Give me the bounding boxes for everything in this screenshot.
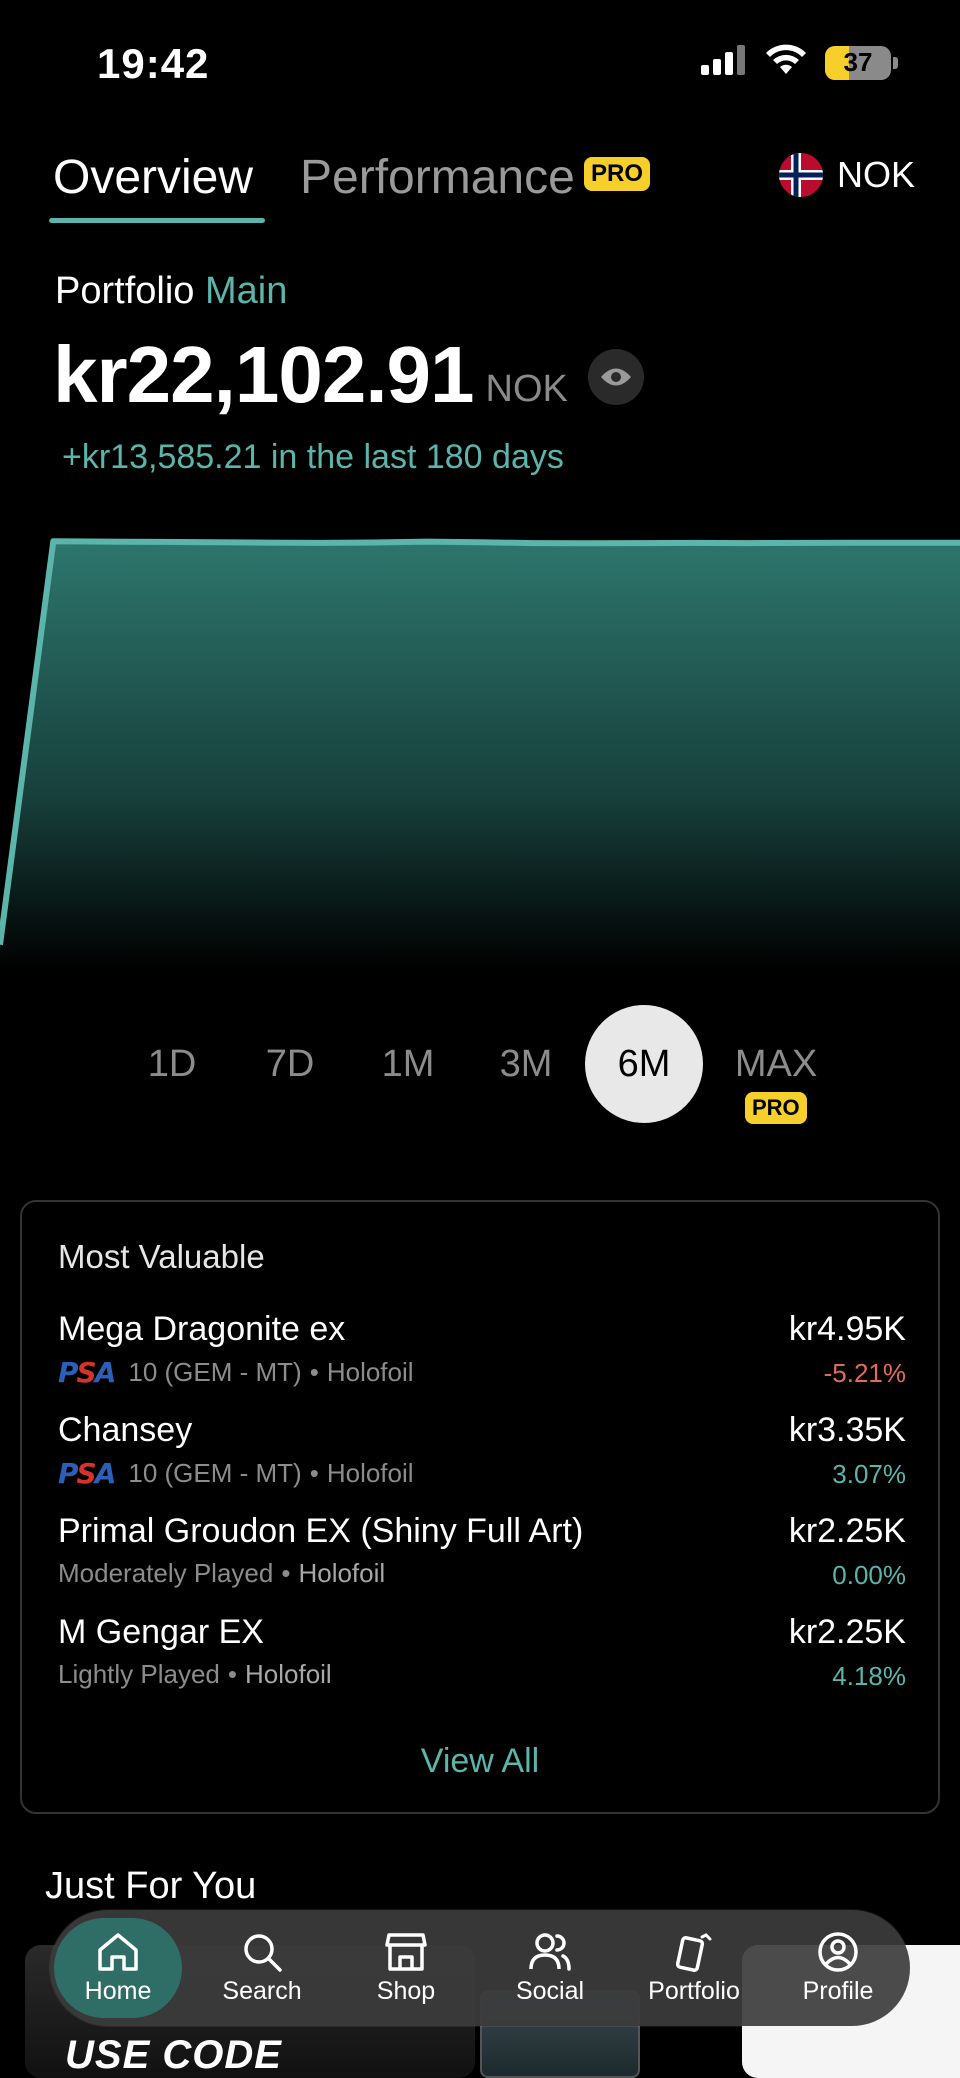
- range-1d[interactable]: 1D: [113, 1005, 231, 1123]
- most-valuable-card: Most Valuable Mega Dragonite ex PSA 10 (…: [20, 1200, 940, 1814]
- max-pro-badge: PRO: [745, 1092, 807, 1124]
- nav-label: Search: [222, 1976, 302, 2005]
- currency-code: NOK: [836, 154, 915, 195]
- profile-icon: [816, 1931, 860, 1973]
- chart-area: [0, 541, 960, 970]
- home-icon: [96, 1931, 140, 1973]
- signal-icon: [701, 45, 747, 80]
- item-separator: •: [281, 1558, 291, 1588]
- bottom-nav: Home Search Shop Social Portfolio Profil…: [50, 1910, 910, 2026]
- portfolio-chart[interactable]: [0, 520, 960, 970]
- item-name: Primal Groudon EX (Shiny Full Art): [58, 1512, 584, 1550]
- battery-level: 37: [843, 47, 873, 77]
- item-change: 4.18%: [832, 1661, 906, 1691]
- nav-profile[interactable]: Profile: [774, 1918, 902, 2018]
- nav-label: Shop: [376, 1976, 436, 2005]
- item-price: kr3.35K: [788, 1411, 906, 1449]
- item-condition: Moderately Played: [58, 1558, 274, 1588]
- norway-flag-icon: [778, 153, 823, 197]
- nav-label: Profile: [802, 1976, 874, 2005]
- list-item[interactable]: Mega Dragonite ex PSA 10 (GEM - MT) • Ho…: [58, 1310, 906, 1400]
- tab-overview[interactable]: Overview: [53, 150, 253, 205]
- item-details: Moderately Played • Holofoil: [58, 1558, 385, 1589]
- portfolio-value: kr22,102.91: [53, 330, 475, 419]
- list-item[interactable]: Chansey PSA 10 (GEM - MT) • Holofoil kr3…: [58, 1411, 906, 1501]
- nav-search[interactable]: Search: [198, 1918, 326, 2018]
- view-all-link[interactable]: View All: [22, 1742, 938, 1781]
- psa-logo-icon: PSA: [58, 1356, 116, 1389]
- tab-overview-underline: [49, 218, 265, 223]
- status-time: 19:42: [97, 40, 210, 87]
- portfolio-icon: [672, 1931, 716, 1973]
- range-selector: 1D 7D 1M 3M 6M MAX: [0, 1005, 960, 1125]
- item-separator: •: [309, 1458, 319, 1488]
- range-6m[interactable]: 6M: [585, 1005, 703, 1123]
- nav-portfolio[interactable]: Portfolio: [630, 1918, 758, 2018]
- portfolio-label[interactable]: Portfolio Main: [55, 270, 287, 313]
- item-condition: Lightly Played: [58, 1659, 220, 1689]
- currency-selector[interactable]: NOK: [778, 153, 915, 197]
- item-change: 3.07%: [832, 1459, 906, 1489]
- status-bar: 19:42 37: [0, 0, 960, 120]
- status-icons: 37: [701, 44, 898, 81]
- nav-home[interactable]: Home: [54, 1918, 182, 2018]
- performance-pro-badge: PRO: [584, 157, 651, 191]
- search-icon: [240, 1931, 284, 1973]
- most-valuable-title: Most Valuable: [58, 1238, 265, 1275]
- item-variant: Holofoil: [298, 1558, 386, 1588]
- just-for-you-title: Just For You: [45, 1865, 257, 1907]
- top-tabs: Overview Performance PRO NOK: [0, 140, 960, 230]
- portfolio-value-row: kr22,102.91 NOK: [53, 335, 644, 415]
- item-change: -5.21%: [823, 1358, 906, 1388]
- shop-icon: [384, 1931, 428, 1973]
- item-grade: 10 (GEM - MT): [128, 1458, 302, 1488]
- range-1m[interactable]: 1M: [349, 1005, 467, 1123]
- item-variant: Holofoil: [326, 1357, 414, 1387]
- portfolio-change: +kr13,585.21 in the last 180 days: [62, 438, 564, 476]
- item-price: kr2.25K: [788, 1512, 906, 1550]
- psa-logo-icon: PSA: [58, 1457, 116, 1490]
- item-price: kr4.95K: [788, 1310, 906, 1348]
- wifi-icon: [765, 44, 807, 81]
- battery-cap: [893, 56, 898, 69]
- portfolio-name: Main: [204, 270, 288, 312]
- item-details: PSA 10 (GEM - MT) • Holofoil: [58, 1356, 414, 1389]
- item-details: Lightly Played • Holofoil: [58, 1659, 332, 1690]
- range-7d[interactable]: 7D: [231, 1005, 349, 1123]
- item-grade: 10 (GEM - MT): [128, 1357, 302, 1387]
- social-icon: [528, 1931, 572, 1973]
- list-item[interactable]: M Gengar EX Lightly Played • Holofoil kr…: [58, 1613, 906, 1703]
- portfolio-value-currency: NOK: [485, 368, 568, 410]
- nav-shop[interactable]: Shop: [342, 1918, 470, 2018]
- nav-label: Social: [515, 1976, 585, 2005]
- item-name: M Gengar EX: [58, 1613, 264, 1651]
- nav-social[interactable]: Social: [486, 1918, 614, 2018]
- nav-label: Portfolio: [648, 1976, 740, 2005]
- item-name: Chansey: [58, 1411, 193, 1449]
- range-3m[interactable]: 3M: [467, 1005, 585, 1123]
- battery-icon: 37: [825, 45, 891, 80]
- tab-performance[interactable]: Performance: [300, 150, 575, 205]
- list-item[interactable]: Primal Groudon EX (Shiny Full Art) Moder…: [58, 1512, 906, 1602]
- item-name: Mega Dragonite ex: [58, 1310, 346, 1348]
- promo-text: USE CODE: [65, 2033, 282, 2077]
- nav-label: Home: [84, 1976, 152, 2005]
- item-separator: •: [309, 1357, 319, 1387]
- item-variant: Holofoil: [245, 1659, 332, 1689]
- item-variant: Holofoil: [326, 1458, 414, 1488]
- item-price: kr2.25K: [788, 1613, 906, 1651]
- eye-icon[interactable]: [587, 349, 644, 405]
- portfolio-label-text: Portfolio: [55, 270, 195, 312]
- item-change: 0.00%: [832, 1560, 906, 1590]
- item-details: PSA 10 (GEM - MT) • Holofoil: [58, 1457, 414, 1490]
- item-separator: •: [227, 1659, 237, 1689]
